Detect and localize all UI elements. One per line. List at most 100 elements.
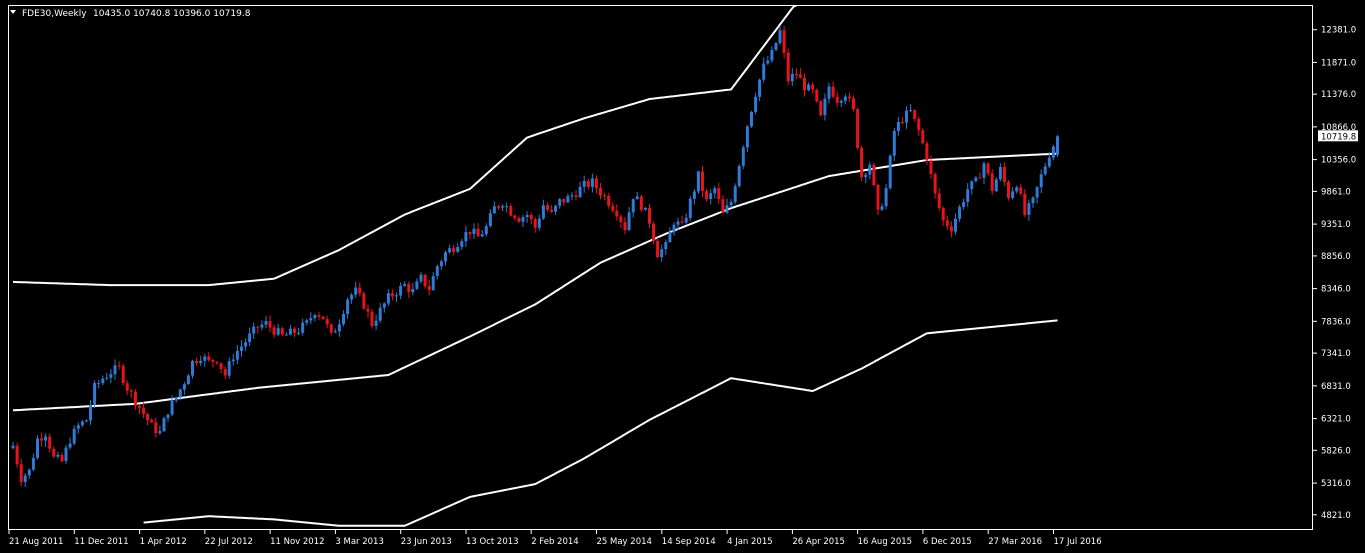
candle [921, 128, 925, 145]
candle-body [656, 240, 660, 258]
candle-body [1047, 157, 1051, 167]
candle-body [468, 232, 472, 235]
candle-body [399, 285, 403, 296]
candle-body [1019, 187, 1023, 194]
candle-body [807, 84, 811, 91]
candle-body [44, 436, 48, 441]
candle-body [142, 407, 146, 414]
candle-body [717, 188, 721, 200]
candle [856, 107, 860, 150]
candle-body [705, 190, 709, 200]
candle-body [750, 112, 753, 127]
candle-body [439, 261, 443, 267]
candle-body [537, 218, 541, 228]
candle-body [954, 218, 957, 232]
candle-body [11, 445, 15, 449]
candle-body [97, 383, 101, 385]
candle-body [578, 186, 582, 197]
candle-body [52, 448, 56, 457]
candle-body [423, 274, 427, 287]
candle-body [125, 383, 129, 391]
price-tick-label: 6831.0 [1321, 382, 1351, 392]
chart-title: FDE30,Weekly [22, 9, 87, 19]
candle-body [615, 210, 619, 217]
candle-body [48, 436, 52, 449]
candle [362, 291, 366, 311]
candle-body [970, 181, 974, 190]
time-tick-label: 3 Mar 2013 [335, 537, 383, 547]
price-tick-label: 5316.0 [1321, 479, 1351, 489]
candle-body [158, 431, 162, 434]
candle [15, 442, 19, 468]
time-tick-label: 2 Feb 2014 [531, 537, 579, 547]
candle [750, 110, 753, 128]
candle [121, 363, 125, 386]
candle [1056, 134, 1059, 158]
candle-body [517, 218, 521, 222]
candle-body [497, 206, 500, 208]
candle-body [40, 438, 44, 441]
time-tick-label: 11 Nov 2012 [270, 537, 324, 547]
candle-body [982, 163, 986, 178]
candle-body [905, 110, 908, 123]
candle-body [297, 332, 301, 334]
candle-body [811, 84, 815, 90]
candle-body [23, 475, 27, 482]
candle-body [1035, 187, 1039, 198]
candle-body [260, 324, 264, 328]
candle-body [925, 143, 929, 161]
candle-body [631, 199, 635, 213]
candle-body [240, 346, 243, 351]
time-tick-label: 14 Sep 2014 [662, 537, 716, 547]
candle-body [643, 207, 647, 210]
candle-body [301, 322, 305, 333]
price-tick-label: 8856.0 [1321, 252, 1351, 262]
candle-body [186, 375, 190, 385]
candle-body [860, 147, 864, 178]
candle-body [36, 438, 39, 458]
candle-body [346, 299, 350, 315]
candle-body [484, 226, 488, 235]
candle-body [113, 365, 117, 375]
candle-body [611, 205, 615, 211]
candle-body [831, 86, 835, 97]
candle-body [680, 221, 684, 223]
candle [370, 309, 374, 329]
candle [36, 435, 39, 460]
candle-body [521, 217, 525, 222]
candle-body [76, 425, 80, 429]
candle-body [293, 328, 296, 333]
candle-body [1043, 166, 1047, 175]
candle-body [452, 248, 456, 252]
candle-body [856, 109, 860, 148]
candle-body [692, 191, 696, 199]
candle-body [333, 331, 337, 333]
candle-body [476, 228, 480, 237]
candle-body [745, 126, 749, 148]
price-chart[interactable]: FDE30,Weekly 10435.0 10740.8 10396.0 107… [0, 0, 1365, 553]
price-tick-label: 5826.0 [1321, 446, 1351, 456]
candle-body [321, 316, 325, 319]
candle-body [366, 308, 370, 312]
candle-body [27, 469, 31, 476]
candle-body [1015, 187, 1019, 192]
time-tick-label: 16 Aug 2015 [858, 537, 912, 547]
candle-body [456, 246, 460, 252]
candle-body [166, 414, 170, 419]
candle-body [896, 122, 900, 131]
price-tick-label: 7836.0 [1321, 317, 1351, 327]
candle-body [974, 177, 978, 182]
candle-body [672, 224, 676, 233]
candle-body [741, 147, 745, 166]
candle-body [1023, 193, 1027, 215]
candle-body [754, 96, 758, 112]
candle-body [56, 455, 60, 457]
last-price-marker: 10719.8 [1318, 130, 1358, 142]
candle-body [884, 188, 888, 207]
candle-body [868, 164, 872, 175]
candle [162, 416, 166, 432]
candle-body [998, 166, 1002, 180]
candle-body [337, 324, 341, 332]
candle-body [268, 321, 272, 328]
candle-body [978, 177, 982, 179]
